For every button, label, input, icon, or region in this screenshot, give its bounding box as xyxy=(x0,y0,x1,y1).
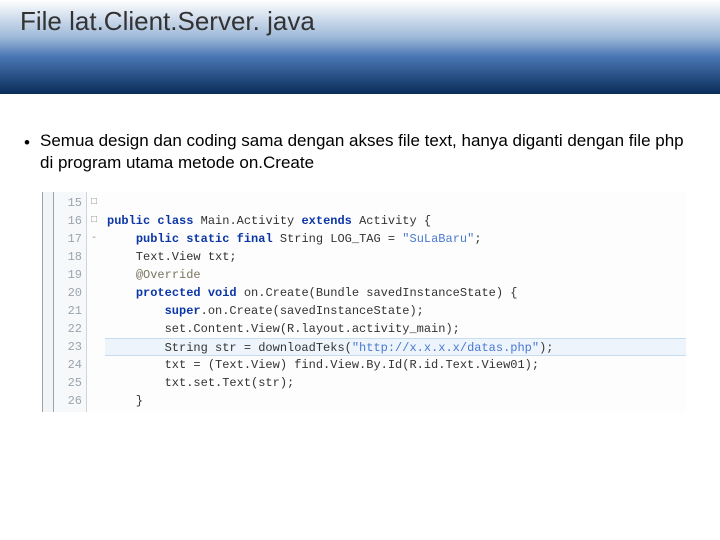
code-line: Text.View txt; xyxy=(105,248,686,266)
slide-header: File lat.Client.Server. java xyxy=(0,0,720,94)
bullet-item: • Semua design dan coding sama dengan ak… xyxy=(24,130,696,174)
fold-column: □□- xyxy=(87,192,101,412)
slide-title: File lat.Client.Server. java xyxy=(20,6,315,37)
code-lines: public class Main.Activity extends Activ… xyxy=(101,192,686,412)
code-line: } xyxy=(105,392,686,410)
line-number: 23 xyxy=(54,338,82,356)
line-number: 15 xyxy=(54,194,82,212)
fold-marker: - xyxy=(87,230,101,248)
code-line: super.on.Create(savedInstanceState); xyxy=(105,302,686,320)
code-block: 151617181920212223242526 □□- public clas… xyxy=(42,192,686,412)
code-line: protected void on.Create(Bundle savedIns… xyxy=(105,284,686,302)
code-line: public class Main.Activity extends Activ… xyxy=(105,212,686,230)
code-line: txt = (Text.View) find.View.By.Id(R.id.T… xyxy=(105,356,686,374)
line-number: 19 xyxy=(54,266,82,284)
code-line xyxy=(105,194,686,212)
line-number: 25 xyxy=(54,374,82,392)
line-number: 20 xyxy=(54,284,82,302)
code-line: String str = downloadTeks("http://x.x.x.… xyxy=(105,338,686,356)
code-line: txt.set.Text(str); xyxy=(105,374,686,392)
line-number-gutter: 151617181920212223242526 xyxy=(54,192,87,412)
slide-body: • Semua design dan coding sama dengan ak… xyxy=(0,94,720,412)
code-line: set.Content.View(R.layout.activity_main)… xyxy=(105,320,686,338)
line-number: 26 xyxy=(54,392,82,410)
code-line: public static final String LOG_TAG = "Su… xyxy=(105,230,686,248)
line-number: 16 xyxy=(54,212,82,230)
line-number: 22 xyxy=(54,320,82,338)
line-number: 21 xyxy=(54,302,82,320)
line-number: 17 xyxy=(54,230,82,248)
code-line: @Override xyxy=(105,266,686,284)
line-number: 18 xyxy=(54,248,82,266)
line-number: 24 xyxy=(54,356,82,374)
fold-marker: □ xyxy=(87,212,101,230)
fold-margin xyxy=(42,192,54,412)
bullet-text: Semua design dan coding sama dengan akse… xyxy=(40,130,696,174)
bullet-marker: • xyxy=(24,130,40,174)
fold-marker: □ xyxy=(87,194,101,212)
